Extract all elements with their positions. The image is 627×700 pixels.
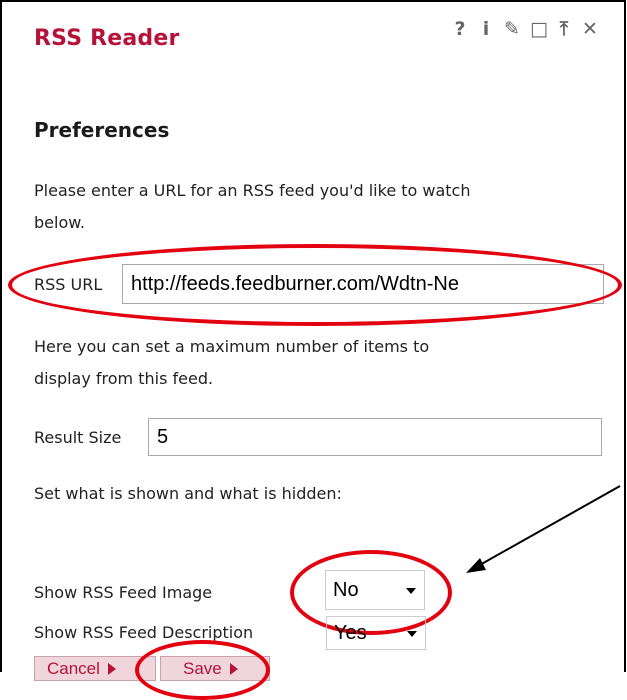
arrow-head bbox=[466, 558, 486, 573]
annotation-arrow bbox=[466, 485, 621, 573]
arrow-line bbox=[477, 485, 621, 567]
